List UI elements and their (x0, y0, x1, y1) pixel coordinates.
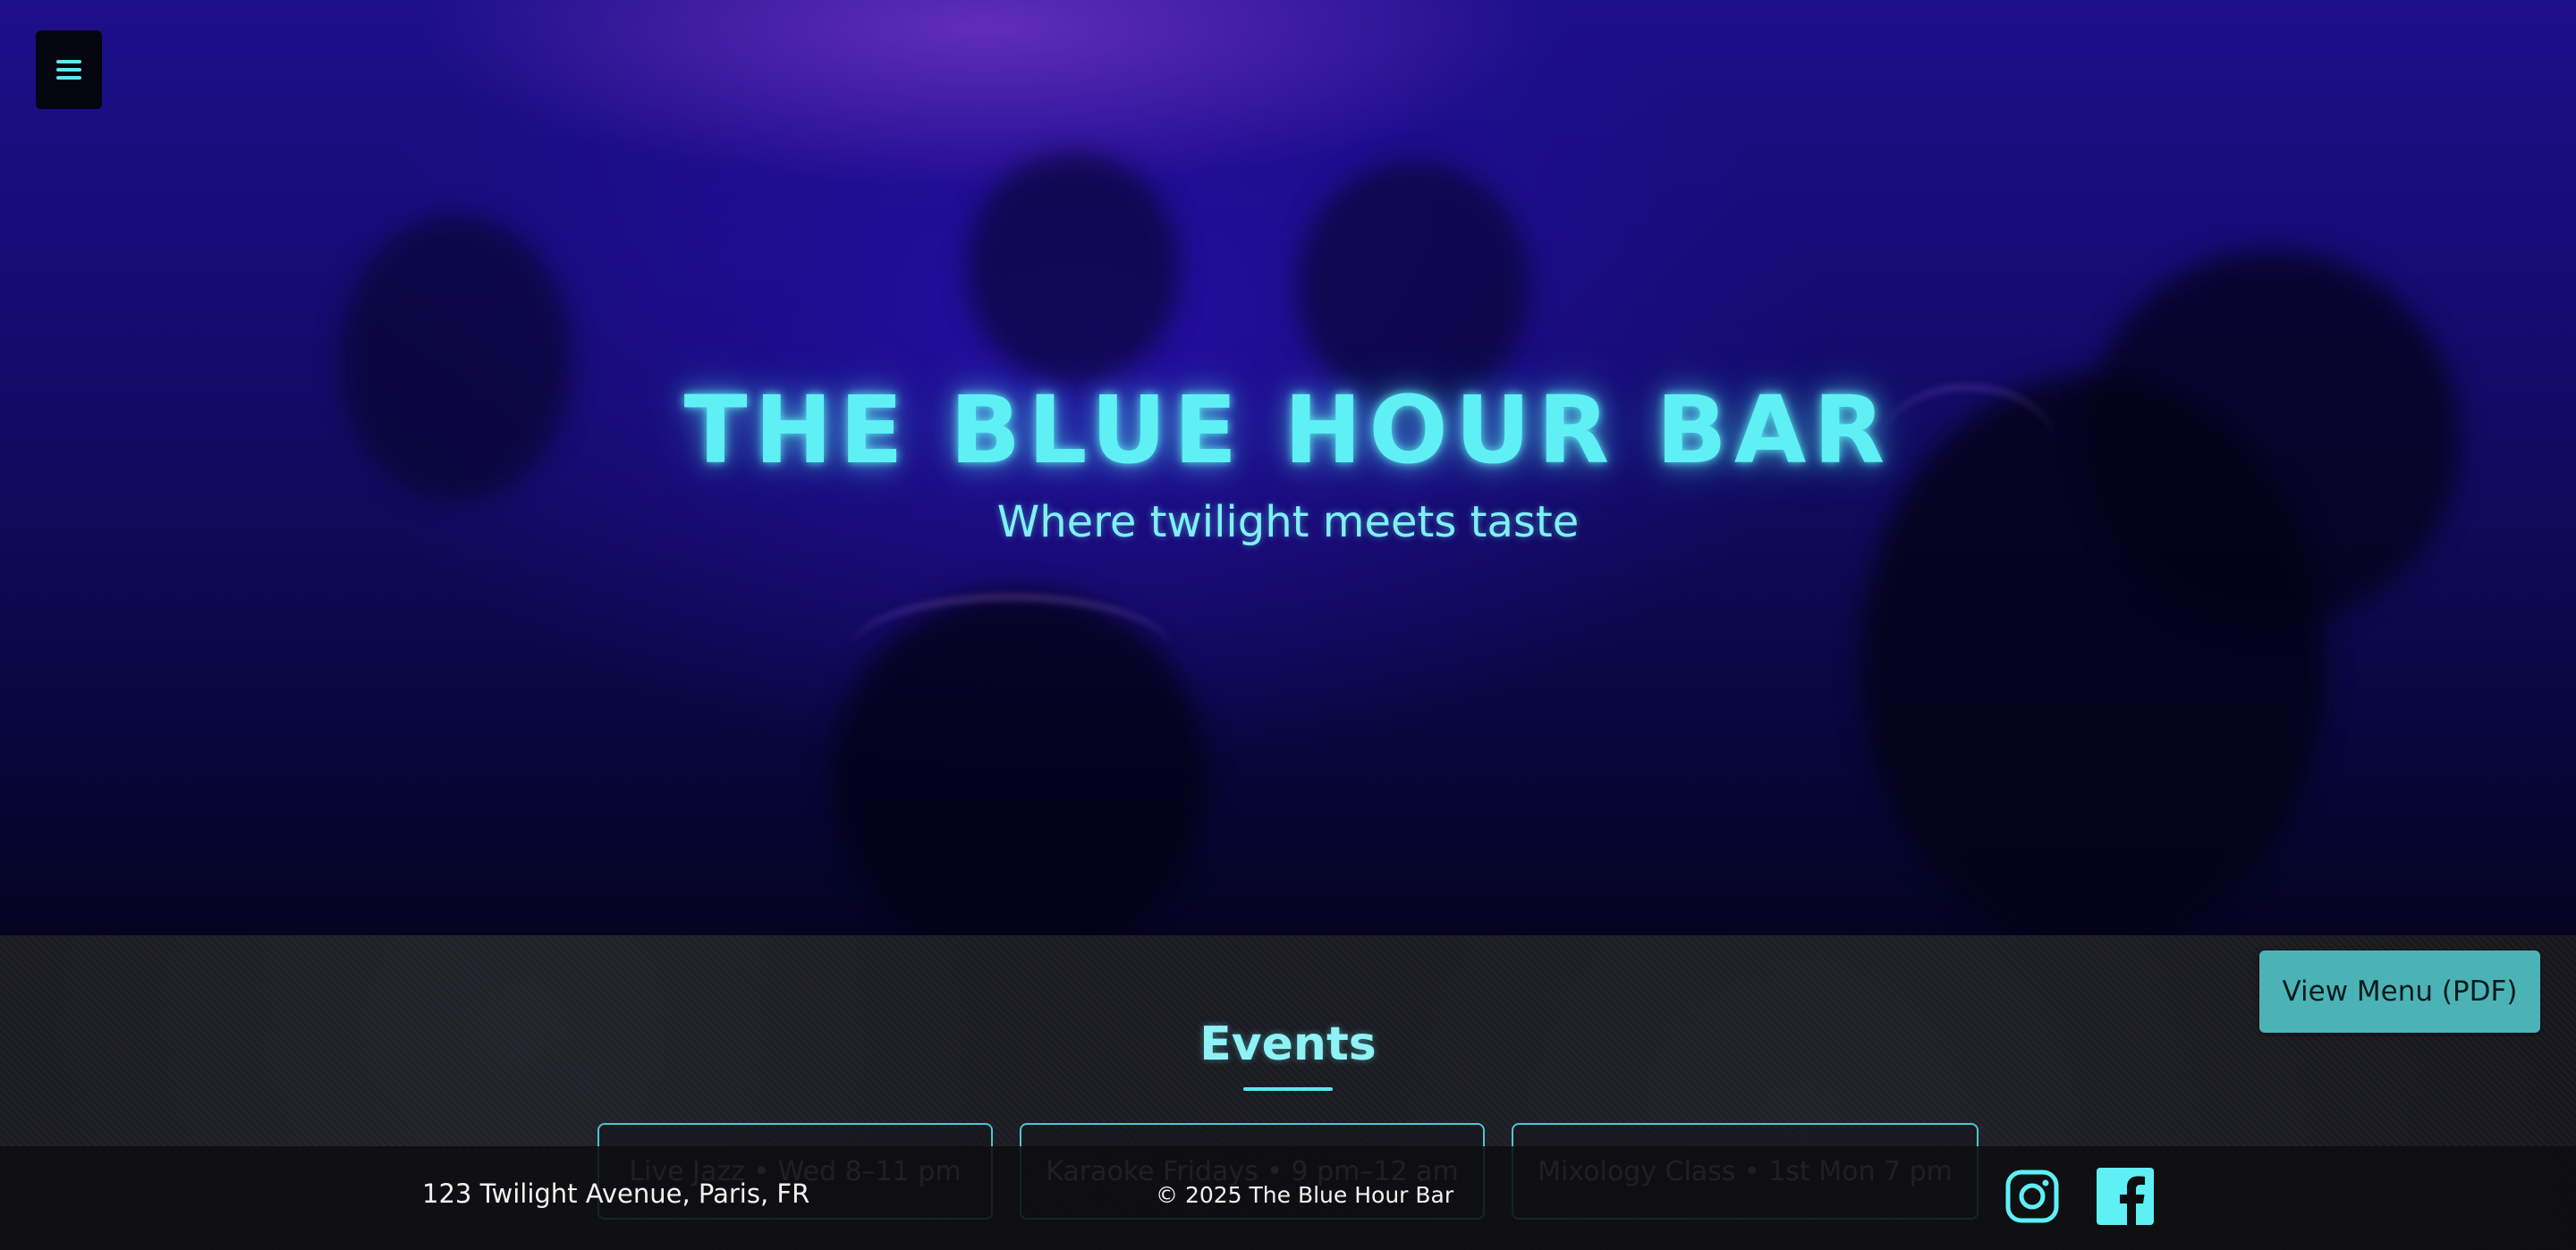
facebook-icon[interactable] (2097, 1168, 2154, 1225)
page: THE BLUE HOUR BAR Where twilight meets t… (0, 0, 2576, 1250)
crowd-silhouette (966, 152, 1181, 384)
crowd-silhouette (1297, 161, 1530, 411)
hamburger-menu-icon (56, 55, 81, 84)
hero-section: THE BLUE HOUR BAR Where twilight meets t… (0, 0, 2576, 966)
site-title: THE BLUE HOUR BAR (683, 376, 1893, 485)
footer-address: 123 Twilight Avenue, Paris, FR (422, 1178, 810, 1209)
menu-toggle-button[interactable] (36, 30, 102, 109)
events-heading: Events (1199, 1018, 1377, 1071)
hair-highlight (850, 595, 1172, 707)
footer: 123 Twilight Avenue, Paris, FR © 2025 Th… (0, 1146, 2576, 1250)
site-tagline: Where twilight meets taste (996, 497, 1580, 547)
footer-copyright: © 2025 The Blue Hour Bar (1156, 1182, 1454, 1208)
view-menu-pdf-button[interactable]: View Menu (PDF) (2259, 950, 2540, 1033)
events-heading-underline (1243, 1087, 1333, 1091)
instagram-icon[interactable] (2004, 1168, 2061, 1225)
